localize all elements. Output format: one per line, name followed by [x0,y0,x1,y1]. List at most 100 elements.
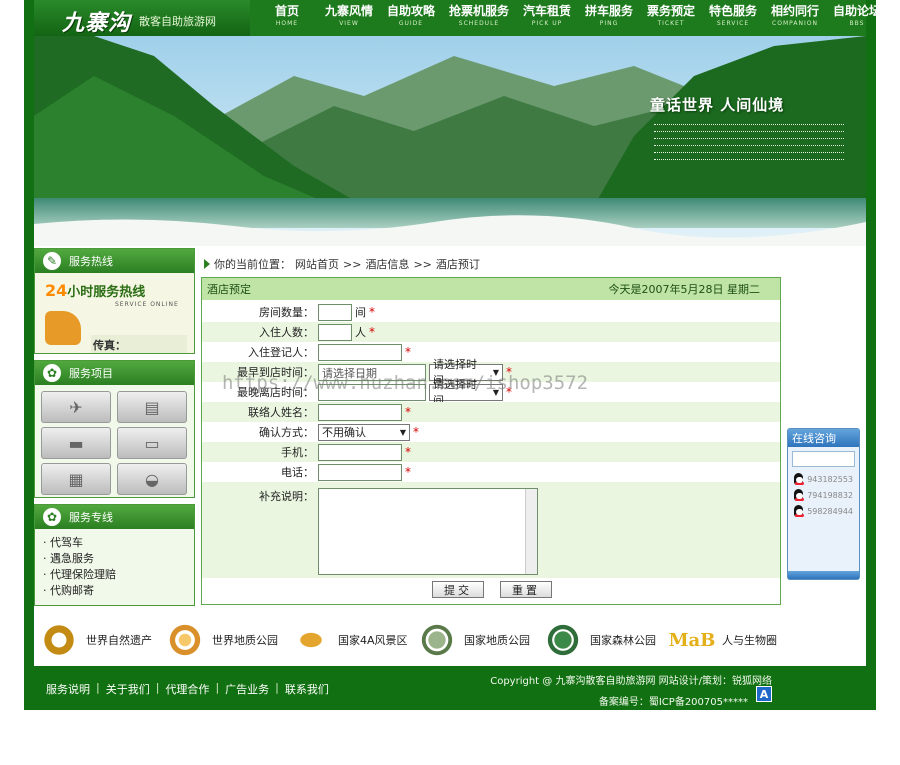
qq-number: 794198832 [807,490,853,500]
nav-companion[interactable]: 相约同行 COMPANION [764,2,826,27]
honor-4a-scenic[interactable]: 国家4A风景区 [286,623,412,657]
breadcrumb-home[interactable]: 网站首页 [295,256,339,272]
qq-contact[interactable]: 598284944 [788,503,859,519]
logo-text: 九寨沟 [62,10,132,36]
4a-scenic-emblem-icon [294,623,328,657]
guests-input[interactable] [318,323,352,341]
honor-world-heritage[interactable]: 世界自然遗产 [34,623,160,657]
nav-label: 抢票机服务 [448,4,509,18]
services-title: 服务项目 [69,367,113,380]
car-service-icon[interactable]: ▬ [41,427,111,459]
row-earliest-arrival: 最早到店时间： 请选择日期 请选择时间 ▼ * [202,358,780,387]
honor-national-forest[interactable]: 国家森林公园 [538,623,664,657]
footer-link-about[interactable]: 关于我们 [100,681,156,697]
airplane-service-icon[interactable]: ✈ [41,391,111,423]
consult-search-box [792,451,855,467]
bus-service-icon[interactable]: ▭ [117,427,187,459]
honor-man-and-biosphere[interactable]: MaB 人与生物圈 [664,623,790,657]
online-consult-panel: 在线咨询 943182553 794198832 598284944 [787,428,860,580]
footer-link-service[interactable]: 服务说明 [40,681,96,697]
required-mark: * [405,465,411,479]
contact-label: 联络人姓名： [248,406,314,419]
departure-time-select[interactable]: 请选择时间 ▼ [429,378,503,407]
departure-date-input[interactable] [318,383,426,401]
required-mark: * [506,365,512,379]
phone-input[interactable] [318,463,402,481]
consult-footer-bar [788,571,859,579]
chevron-down-icon: ▼ [492,387,499,397]
nav-ticket[interactable]: 票务预定 TICKET [640,2,702,27]
breadcrumb-hotel-info[interactable]: 酒店信息 [365,256,409,272]
hotel-service-icon[interactable]: ▤ [117,391,187,423]
row-registrant: 入住登记人： * [202,342,780,362]
dedicated-item[interactable]: · 代购邮寄 [43,583,186,599]
dedicated-header: ✿ 服务专线 [35,505,194,529]
world-heritage-emblem-icon [42,623,76,657]
qq-penguin-icon [794,489,805,501]
breadcrumb-current: 酒店预订 [435,258,480,271]
hotline-text: 小时服务热线 [67,285,146,300]
guests-unit: 人 [355,326,366,339]
rooms-unit: 间 [355,306,366,319]
registrant-input[interactable] [318,343,402,361]
footer-link-agency[interactable]: 代理合作 [159,681,215,697]
required-mark: * [506,385,512,399]
contact-name-input[interactable] [318,403,402,421]
nav-pickup[interactable]: 汽车租赁 PICK UP [516,2,578,27]
hotline-panel: 24小时服务热线 SERVICE ONLINE 传真： [35,273,194,353]
mobile-input[interactable] [318,443,402,461]
footer-link-ads[interactable]: 广告业务 [219,681,275,697]
services-box: ✿ 服务项目 ✈ ▤ ▬ ▭ ▦ ◒ [34,360,195,498]
breadcrumb-arrow-icon [204,259,210,269]
main-nav: 首页 HOME 九寨风情 VIEW 自助攻略 GUIDE 抢票机服务 SCHEDULE … [256,2,888,27]
qq-number: 943182553 [807,474,853,484]
nav-label: 相约同行 [770,4,819,18]
qq-penguin-icon [794,505,805,517]
notes-textarea[interactable] [318,488,538,575]
reset-button[interactable]: 重置 [500,581,552,598]
hotline-title: 服务热线 [69,255,113,268]
nav-guide[interactable]: 自助攻略 GUIDE [380,2,442,27]
nav-sublabel: SERVICE [716,20,750,27]
row-latest-departure: 最晚离店时间： 请选择时间 ▼ * [202,378,780,407]
dedicated-item[interactable]: · 代驾车 [43,535,186,551]
nav-service[interactable]: 特色服务 SERVICE [702,2,764,27]
dining-service-icon[interactable]: ◒ [117,463,187,495]
arrival-date-input[interactable]: 请选择日期 [318,363,426,381]
honor-national-geopark[interactable]: 国家地质公园 [412,623,538,657]
nav-sublabel: VIEW [339,20,359,27]
dedicated-item[interactable]: · 代理保险理赔 [43,567,186,583]
required-mark: * [369,305,375,319]
nav-ping[interactable]: 拼车服务 PING [578,2,640,27]
row-phone: 电话： * [202,462,780,482]
nav-sublabel: HOME [275,20,299,27]
site-footer: 服务说明 | 关于我们 | 代理合作 | 广告业务 | 联系我们 Copyright @… [34,666,866,710]
rooms-input[interactable] [318,303,352,321]
dedicated-item[interactable]: · 遇急服务 [43,551,186,567]
nav-sublabel: PICK UP [531,20,563,27]
ticket-service-icon[interactable]: ▦ [41,463,111,495]
nav-home[interactable]: 首页 HOME [256,2,318,27]
qq-contact[interactable]: 794198832 [788,487,859,503]
current-date: 今天是2007年5月28日 星期二 [608,283,761,296]
earliest-label: 最早到店时间： [237,366,314,379]
required-mark: * [413,425,419,439]
dedicated-box: ✿ 服务专线 · 代驾车 · 遇急服务 · 代理保险理赔 · 代购邮寄 [34,504,195,606]
nav-sublabel: TICKET [657,20,685,27]
submit-button[interactable]: 提交 [432,581,484,598]
honors-strip: 世界自然遗产 世界地质公园 国家4A风景区 国家地质公园 国家森林公园 MaB … [34,620,866,660]
national-geopark-emblem-icon [420,623,454,657]
footer-link-contact[interactable]: 联系我们 [279,681,335,697]
textarea-scrollbar[interactable] [525,489,537,574]
nav-view[interactable]: 九寨风情 VIEW [318,2,380,27]
site-badge-icon[interactable]: A [756,686,772,702]
nav-label: 九寨风情 [324,4,373,18]
hotel-booking-form: 酒店预定 今天是2007年5月28日 星期二 房间数量： 间 * 入住人数： 人 *… [201,277,781,605]
gear-icon: ✿ [43,364,61,382]
confirm-method-select[interactable]: 不用确认 ▼ [318,423,410,441]
nav-schedule[interactable]: 抢票机服务 SCHEDULE [442,2,516,27]
nav-bbs[interactable]: 自助论坛 BBS [826,2,888,27]
honor-world-geopark[interactable]: 世界地质公园 [160,623,286,657]
qq-penguin-icon [794,473,805,485]
qq-contact[interactable]: 943182553 [788,471,859,487]
